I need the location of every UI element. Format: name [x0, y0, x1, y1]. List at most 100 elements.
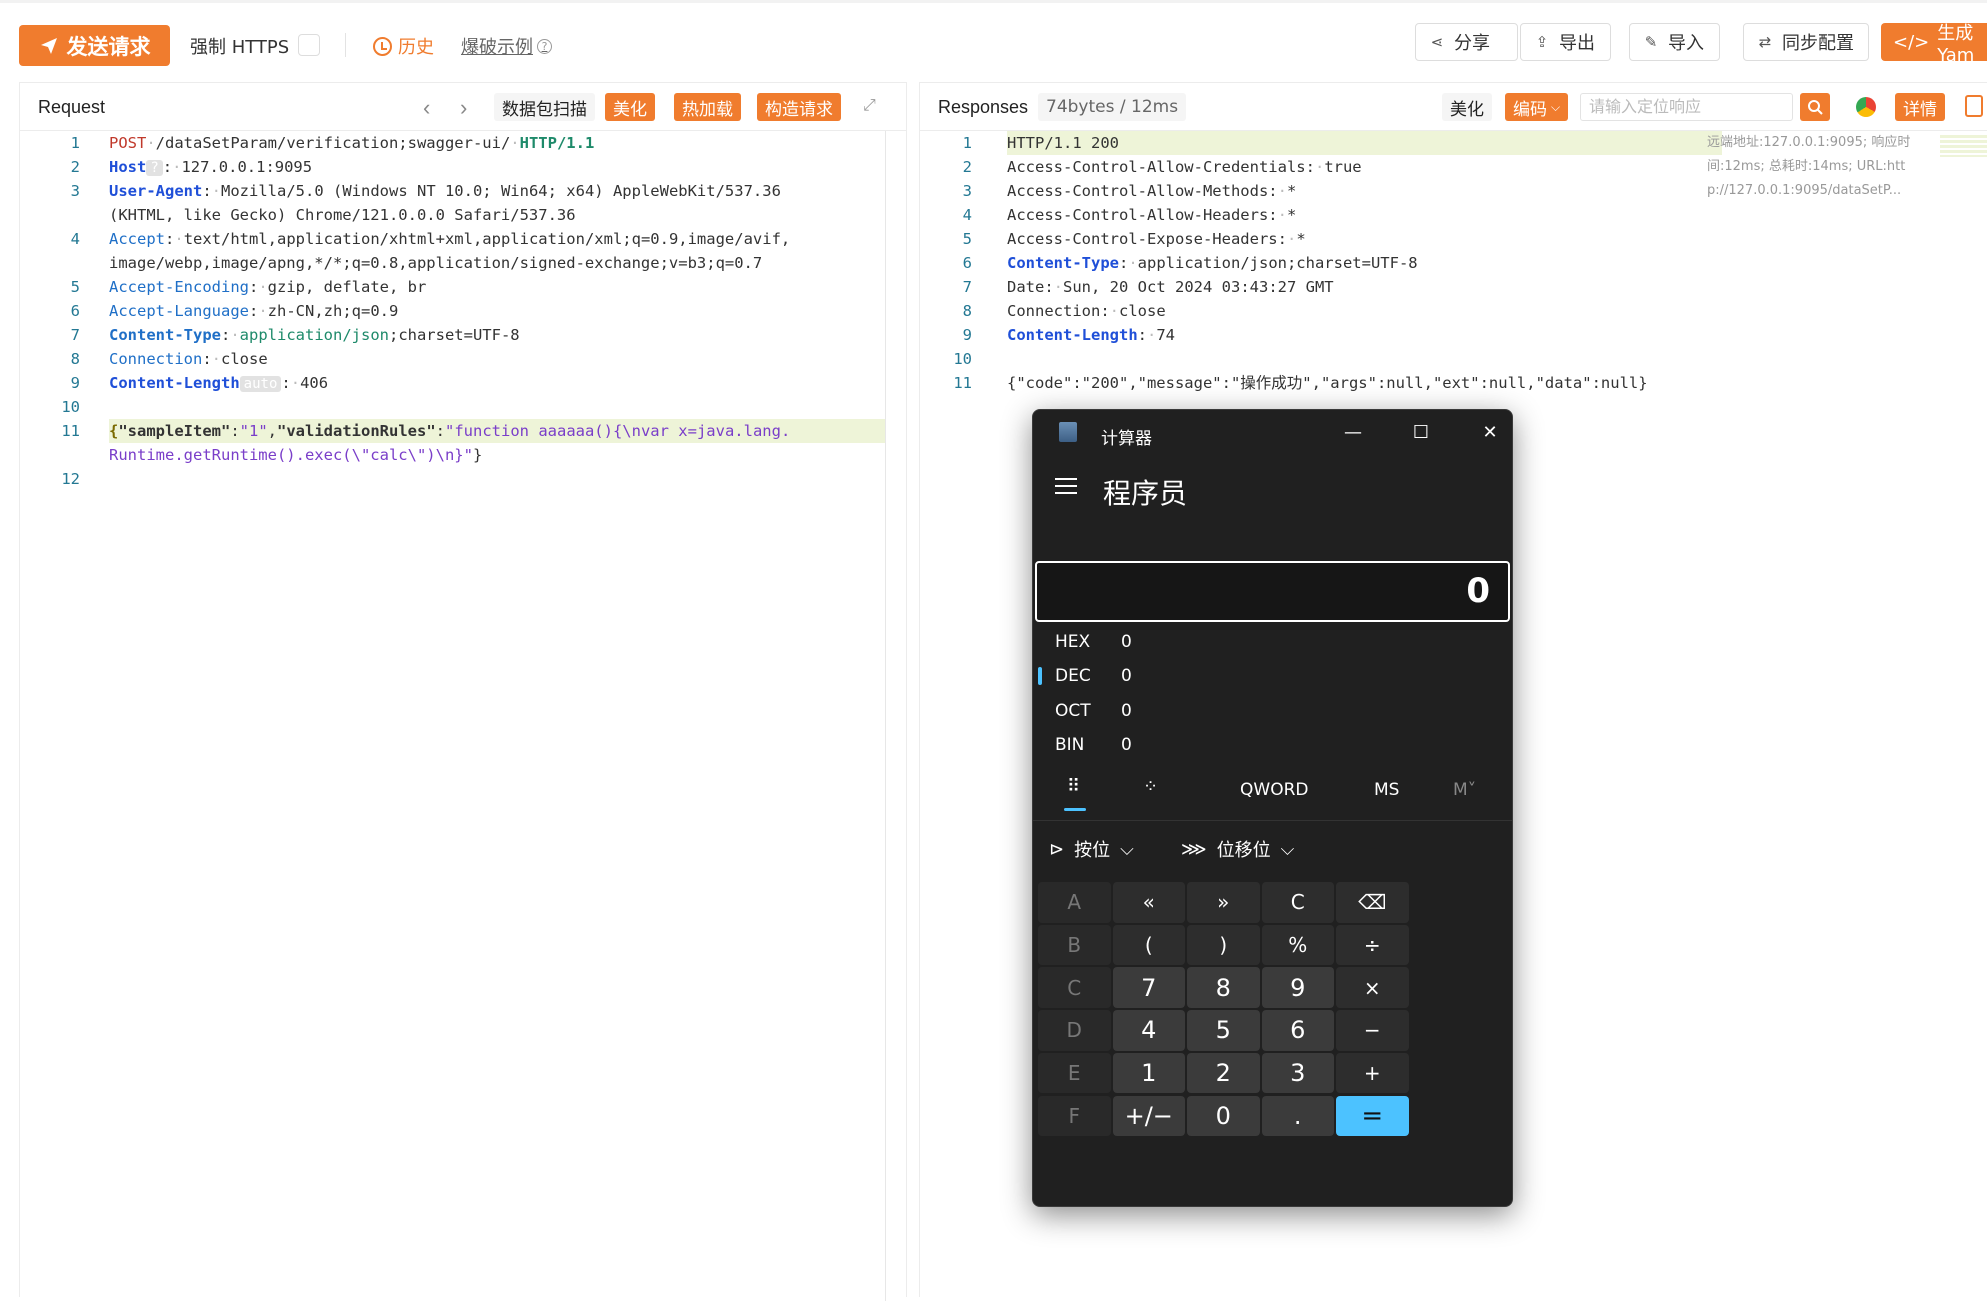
bit-toggling-keypad-icon[interactable]: ⁘: [1143, 776, 1158, 797]
key-7[interactable]: 7: [1112, 967, 1185, 1009]
construct-request-button[interactable]: 构造请求: [757, 93, 841, 121]
bitwise-dropdown[interactable]: ⊳ 按位 ⌵: [1049, 836, 1134, 862]
packet-scan-button[interactable]: 数据包扫描: [494, 93, 595, 121]
key-C: C: [1038, 967, 1111, 1009]
bitshift-dropdown[interactable]: ⋙ 位移位 ⌵: [1181, 836, 1294, 862]
hot-load-button[interactable]: 热加载: [674, 93, 741, 121]
response-beautify-button[interactable]: 美化: [1442, 93, 1492, 121]
radix-dec[interactable]: DEC: [1055, 666, 1091, 686]
memory-dropdown-button[interactable]: M˅: [1453, 780, 1476, 800]
comment-icon[interactable]: [1965, 95, 1983, 117]
help-icon: ?: [537, 38, 552, 54]
line-number: 7: [70, 326, 80, 344]
key-»[interactable]: »: [1187, 882, 1260, 923]
key-5[interactable]: 5: [1187, 1010, 1260, 1051]
key-decimal[interactable]: .: [1261, 1095, 1334, 1137]
header-accept-language: Accept-Language:·zh-CN,zh;q=0.9: [109, 302, 399, 320]
key-0[interactable]: 0: [1187, 1095, 1260, 1137]
key-9[interactable]: 9: [1261, 967, 1334, 1009]
chrome-icon[interactable]: [1856, 97, 1876, 117]
key-8[interactable]: 8: [1187, 967, 1260, 1009]
close-icon[interactable]: ✕: [1470, 418, 1510, 446]
key-×[interactable]: ×: [1336, 967, 1409, 1009]
force-https-label: 强制 HTTPS: [190, 37, 290, 58]
export-button[interactable]: ⇪ 导出: [1520, 23, 1611, 61]
line-number: 10: [953, 350, 972, 368]
hamburger-menu-icon[interactable]: [1055, 478, 1077, 496]
key-%[interactable]: %: [1261, 924, 1334, 966]
key-3[interactable]: 3: [1261, 1052, 1334, 1094]
search-button[interactable]: [1800, 93, 1830, 121]
key-)[interactable]: ): [1187, 924, 1260, 966]
sync-icon: ⇄: [1758, 33, 1772, 51]
response-size-badge: 74bytes / 12ms: [1038, 93, 1187, 121]
brute-example-link[interactable]: 爆破示例 ?: [461, 33, 552, 59]
header-connection: Connection:·close: [109, 350, 268, 368]
minimap[interactable]: [1940, 135, 1987, 157]
resp-header: Content-Length:·74: [1007, 326, 1176, 344]
calculator-app-icon: [1059, 422, 1077, 442]
key-+/−[interactable]: +/−: [1112, 1095, 1185, 1137]
top-toolbar: 发送请求 强制 HTTPS 历史 爆破示例 ? ⋖ 分享 ⇪ 导出 ✎ 导入 ⇄…: [0, 0, 1987, 80]
radix-hex[interactable]: HEX: [1055, 632, 1090, 652]
send-request-button[interactable]: 发送请求: [19, 25, 170, 66]
request-editor[interactable]: 1 2 3 4 5 6 7 8 9 10 11 12 POST·/dataSet…: [20, 131, 906, 1297]
key-−[interactable]: −: [1336, 1010, 1409, 1051]
import-button[interactable]: ✎ 导入: [1629, 23, 1720, 61]
key-6[interactable]: 6: [1261, 1010, 1334, 1051]
key-⌫[interactable]: ⌫: [1336, 882, 1409, 923]
key-«[interactable]: «: [1112, 882, 1185, 923]
chevron-left-icon[interactable]: ‹: [423, 95, 430, 121]
key-+[interactable]: +: [1336, 1052, 1409, 1094]
resp-header: Access-Control-Expose-Headers:·*: [1007, 230, 1306, 248]
request-title: Request: [38, 97, 106, 117]
line-number: 8: [962, 302, 972, 320]
chevron-right-icon[interactable]: ›: [460, 95, 467, 121]
full-keypad-icon[interactable]: ⠿: [1067, 776, 1080, 797]
history-button[interactable]: 历史: [373, 33, 434, 59]
line-number: 6: [962, 254, 972, 272]
force-https-checkbox[interactable]: [298, 34, 320, 56]
line-number: 2: [962, 158, 972, 176]
key-([interactable]: (: [1112, 924, 1185, 966]
request-scrollbar[interactable]: [885, 131, 886, 1301]
memory-store-button[interactable]: MS: [1374, 780, 1399, 800]
brute-example-label: 爆破示例: [461, 37, 533, 58]
word-size-button[interactable]: QWORD: [1240, 780, 1308, 800]
export-icon: ⇪: [1535, 33, 1549, 51]
beautify-button[interactable]: 美化: [605, 93, 655, 121]
key-1[interactable]: 1: [1112, 1052, 1185, 1094]
key-4[interactable]: 4: [1112, 1010, 1185, 1051]
expand-icon[interactable]: ⤢: [863, 97, 881, 115]
line-number: 5: [70, 278, 80, 296]
radix-dec-value: 0: [1121, 666, 1132, 686]
share-button[interactable]: ⋖ 分享: [1415, 23, 1518, 61]
import-icon: ✎: [1644, 33, 1658, 51]
detail-button[interactable]: 详情: [1895, 93, 1945, 121]
key-2[interactable]: 2: [1187, 1052, 1260, 1094]
logic-gate-icon: ⊳: [1049, 838, 1065, 860]
line-number: 1: [70, 134, 80, 152]
import-label: 导入: [1668, 33, 1704, 54]
key-÷[interactable]: ÷: [1336, 924, 1409, 966]
radix-bin[interactable]: BIN: [1055, 735, 1084, 755]
header-accept: Accept:·text/html,application/xhtml+xml,…: [109, 230, 791, 248]
radix-oct[interactable]: OCT: [1055, 701, 1091, 721]
key-C[interactable]: C: [1261, 882, 1334, 923]
encode-dropdown[interactable]: 编码 ⌵: [1505, 93, 1569, 121]
resp-header: Access-Control-Allow-Headers:·*: [1007, 206, 1297, 224]
line-number: 3: [962, 182, 972, 200]
header-host: Host?:·127.0.0.1:9095: [109, 158, 313, 176]
calculator-display: 0: [1035, 561, 1510, 622]
locate-response-input[interactable]: 请输入定位响应: [1580, 93, 1793, 121]
line-number: 5: [962, 230, 972, 248]
header-user-agent: User-Agent:·Mozilla/5.0 (Windows NT 10.0…: [109, 182, 781, 200]
bitshift-icon: ⋙: [1181, 838, 1207, 860]
sync-config-button[interactable]: ⇄ 同步配置: [1743, 23, 1869, 61]
maximize-icon[interactable]: ☐: [1401, 418, 1441, 446]
minimize-icon[interactable]: —: [1333, 418, 1373, 446]
status-line: HTTP/1.1 200: [1007, 134, 1119, 152]
generate-yaml-button[interactable]: </> 生成 Yam: [1881, 23, 1987, 66]
key-=[interactable]: =: [1336, 1095, 1409, 1137]
radix-selected-indicator: [1038, 667, 1042, 685]
